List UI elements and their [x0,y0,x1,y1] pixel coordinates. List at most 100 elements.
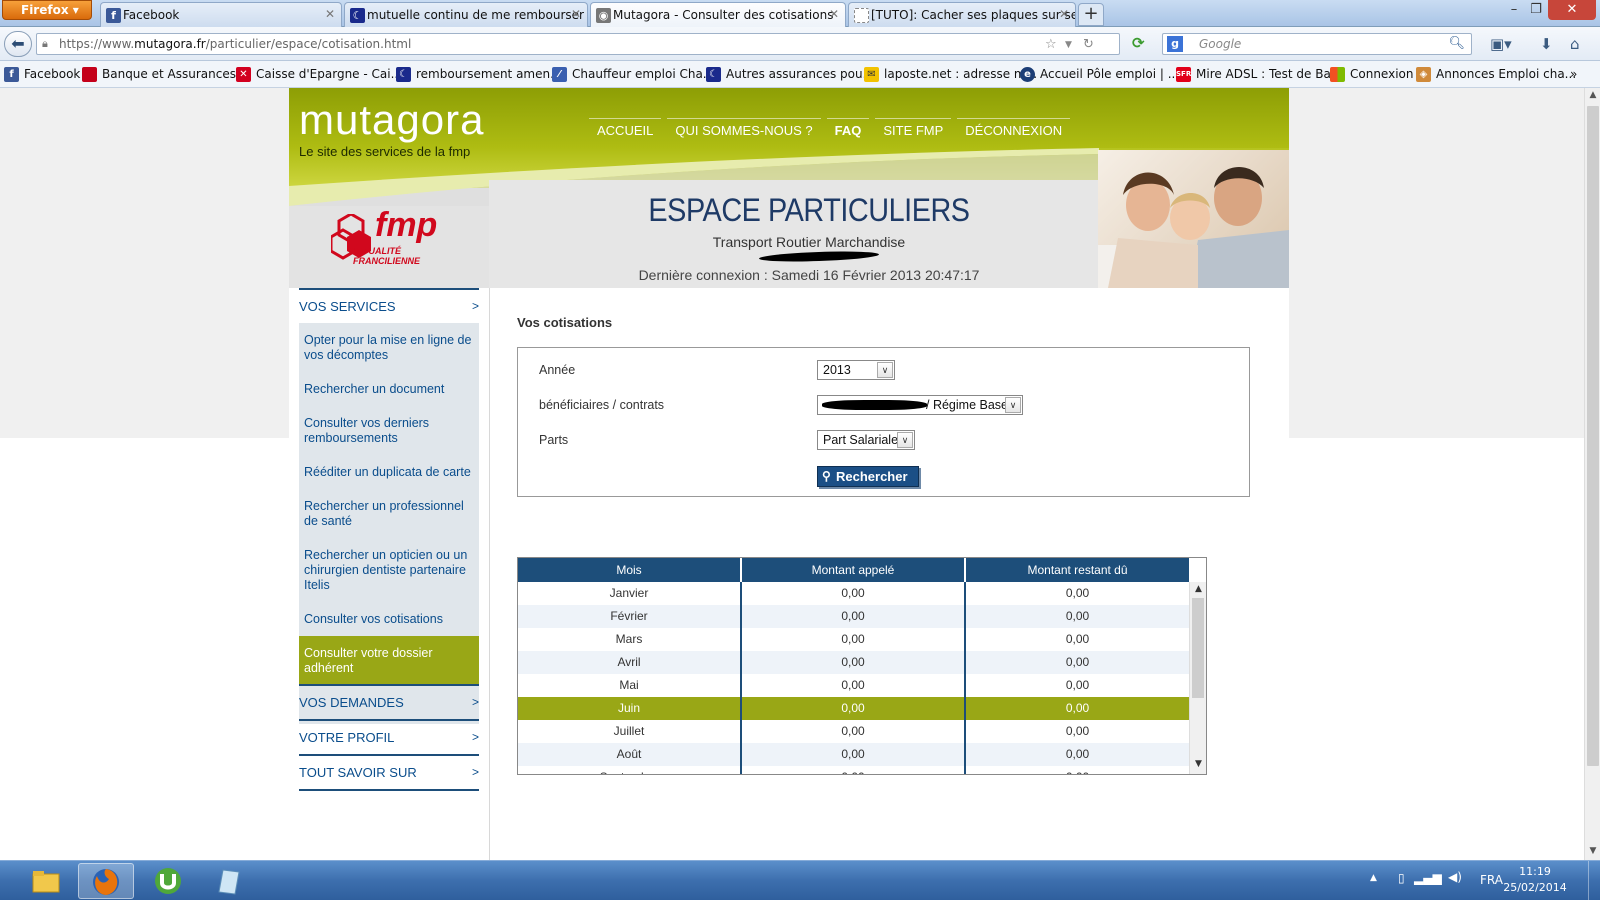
bookmark-star-icon[interactable]: ☆ [1045,37,1057,52]
scroll-up-icon[interactable]: ▲ [1585,90,1600,100]
page-viewport: mutagora Le site des services de la fmp … [0,88,1584,860]
bookmark-item[interactable]: ✕ Caisse d'Epargne - Cai... [236,67,402,82]
sidebar-votre-profil[interactable]: VOTRE PROFIL > [299,719,479,754]
firefox-menu-button[interactable]: Firefox ▾ [2,0,92,20]
sidebar-item-professionnel[interactable]: Rechercher un professionnel de santé [304,499,474,529]
show-desktop-button[interactable] [1588,861,1600,900]
bookmark-item[interactable]: ⁄ Chauffeur emploi Cha... [552,67,714,82]
scroll-down-icon[interactable]: ▼ [1190,759,1206,769]
sidebar-item-cotisations[interactable]: Consulter vos cotisations [304,612,474,627]
sidebar-tout-savoir[interactable]: TOUT SAVOIR SUR > [299,754,479,791]
reload-icon[interactable]: ↻ [1083,37,1094,52]
new-tab-button[interactable]: + [1078,3,1104,26]
signal-icon[interactable]: ▂▄▆ [1414,871,1442,885]
sidebar-item-opticien[interactable]: Rechercher un opticien ou un chirurgien … [304,548,474,593]
sidebar-item-remboursements[interactable]: Consulter vos derniers remboursements [304,416,474,446]
dropdown-arrow-icon[interactable]: ▼ [1065,40,1072,50]
rechercher-button[interactable]: ⚲ Rechercher [817,466,919,487]
table-row[interactable]: Avril 0,00 0,00 [518,651,1189,674]
back-button[interactable]: ⬅ [4,31,32,57]
sidebar-item-duplicata[interactable]: Rééditer un duplicata de carte [304,465,474,480]
home-icon[interactable]: ⌂ [1570,35,1580,53]
table-scrollbar[interactable]: ▲ ▼ [1189,582,1206,774]
explorer-icon[interactable] [18,863,74,899]
close-icon[interactable]: ✕ [325,7,335,21]
table-row-highlighted[interactable]: Juin 0,00 0,00 [518,697,1189,720]
sidebar-item-document[interactable]: Rechercher un document [304,382,474,397]
mutagora-logo[interactable]: mutagora [299,96,484,144]
annee-select[interactable]: 2013 ∨ [817,360,895,380]
bookmark-item[interactable]: e Accueil Pôle emploi | ... [1020,67,1179,82]
chevron-down-icon: ∨ [1005,397,1021,413]
services-submenu: Opter pour la mise en ligne de vos décom… [299,323,479,724]
col-header-montant-appele: Montant appelé [742,558,966,582]
scrollbar-thumb[interactable] [1587,106,1599,766]
table-row[interactable]: Mars 0,00 0,00 [518,628,1189,651]
search-box[interactable]: g Google 🔍︎ [1162,33,1472,55]
tab-facebook[interactable]: f Facebook ✕ [100,2,342,27]
table-row[interactable]: Septembre0,000,00 [518,766,1189,774]
table-row[interactable]: Février 0,00 0,00 [518,605,1189,628]
parts-select[interactable]: Part Salariale ∨ [817,430,915,450]
table-row[interactable]: Juillet 0,00 0,00 [518,720,1189,743]
addon-icon[interactable]: ⟳ [1132,34,1145,52]
battery-icon[interactable]: ▯ [1398,871,1405,885]
nav-deconnexion[interactable]: DÉCONNEXION [957,118,1071,142]
window-close-icon[interactable]: ✕ [1548,0,1596,20]
restore-icon[interactable]: ❐ [1522,0,1550,20]
bookmarks-overflow-button[interactable]: » [1570,67,1577,81]
banner-subtitle: Transport Routier Marchandise [712,234,906,250]
sidebar-vos-demandes[interactable]: VOS DEMANDES > [299,684,479,719]
bookmarks-menu-icon[interactable]: ▣▾ [1490,35,1512,53]
last-login: Dernière connexion : Samedi 16 Février 2… [638,267,980,283]
bookmark-item[interactable]: Connexion [1330,67,1414,82]
system-clock[interactable]: 11:19 25/02/2014 [1500,864,1570,896]
facebook-icon: f [106,8,121,23]
bookmark-item[interactable]: ☾ Autres assurances pou... [706,67,874,82]
page-scrollbar[interactable]: ▲ ▼ [1584,88,1600,860]
tab-mutuelle[interactable]: ☾ mutuelle continu de me rembourser ... … [344,2,588,27]
bookmark-item[interactable]: f Facebook [4,67,80,82]
nav-accueil[interactable]: ACCUEIL [589,118,662,142]
close-icon[interactable]: ✕ [571,7,581,21]
nav-site-fmp[interactable]: SITE FMP [875,118,952,142]
close-icon[interactable]: ✕ [1059,7,1069,21]
url-path: /particulier/espace/cotisation.html [205,37,412,51]
scroll-down-icon[interactable]: ▼ [1585,846,1600,856]
sfr-icon: SFR [1176,67,1191,82]
top-navigation: ACCUEIL QUI SOMMES-NOUS ? FAQ SITE FMP D… [589,118,1076,142]
crescent-icon: ☾ [350,8,365,23]
table-row[interactable]: Janvier 0,00 0,00 [518,582,1189,605]
table-row[interactable]: Août 0,00 0,00 [518,743,1189,766]
sidebar-item-decomptes[interactable]: Opter pour la mise en ligne de vos décom… [304,333,474,363]
address-bar[interactable]: 🔒︎ https://www.mutagora.fr/particulier/e… [36,33,1120,55]
beneficiaires-select[interactable]: / Régime Base ∨ [817,395,1023,415]
tab-tuto[interactable]: [TUTO]: Cacher ses plaques sur ses p... … [848,2,1076,27]
nav-qui-sommes-nous[interactable]: QUI SOMMES-NOUS ? [667,118,821,142]
notepad-icon[interactable] [200,863,256,899]
bookmark-item[interactable]: SFR Mire ADSL : Test de Ba... [1176,67,1342,82]
tray-expand-icon[interactable]: ▲ [1370,873,1377,883]
tab-label: Mutagora - Consulter des cotisations [613,8,834,22]
cotisation-search-form: Année 2013 ∨ bénéficiaires / contrats / … [517,347,1250,497]
close-icon[interactable]: ✕ [829,7,839,21]
bookmark-item[interactable]: Banque et Assurances ... [82,67,251,82]
bookmark-item[interactable]: ✉ laposte.net : adresse m... [864,67,1037,82]
scrollbar-thumb[interactable] [1192,598,1204,698]
sidebar-vos-services[interactable]: VOS SERVICES > [299,288,479,323]
volume-icon[interactable]: ◀) [1448,870,1462,884]
tab-mutagora[interactable]: ◉ Mutagora - Consulter des cotisations ✕ [590,2,846,27]
bookmark-item[interactable]: ◈ Annonces Emploi cha... [1416,67,1576,82]
banner-title: ESPACE PARTICULIERS [648,192,970,228]
sidebar-item-dossier-adherent[interactable]: Consulter votre dossier adhérent [299,636,479,686]
facebook-icon: f [4,67,19,82]
scroll-up-icon[interactable]: ▲ [1190,584,1206,594]
search-icon[interactable]: 🔍︎ [1448,36,1465,51]
bookmark-item[interactable]: ☾ remboursement amen... [396,67,562,82]
download-icon[interactable]: ⬇ [1540,35,1553,53]
fmp-logo[interactable]: fmp MUTUALITÉ FRANCILIENNE [331,206,451,270]
table-row[interactable]: Mai 0,00 0,00 [518,674,1189,697]
firefox-icon[interactable] [78,863,134,899]
nav-faq[interactable]: FAQ [826,118,870,142]
utorrent-icon[interactable] [140,863,196,899]
